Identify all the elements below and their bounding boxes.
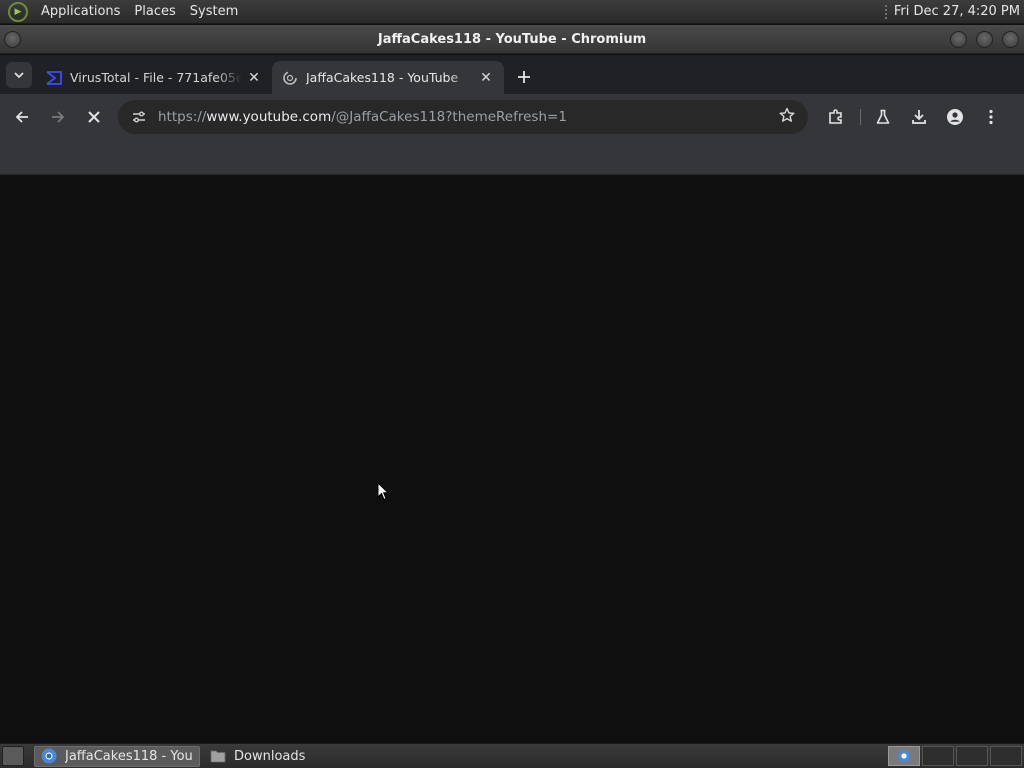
puzzle-piece-icon [829,109,842,124]
applications-menu[interactable]: Applications [34,4,127,19]
chromium-icon [897,749,911,763]
site-settings-icon[interactable] [128,106,150,128]
close-window-button[interactable] [1002,31,1019,48]
taskbar-item-downloads[interactable]: Downloads [204,746,364,767]
downloads-button[interactable] [903,101,935,133]
workspace-1[interactable] [888,746,920,766]
browser-toolbar: https://www.youtube.com/@JaffaCakes118?t… [0,94,1024,140]
minimize-button[interactable] [950,31,967,48]
page-content[interactable] [0,175,1024,743]
loading-spinner-icon [283,70,297,85]
more-vertical-icon [989,109,993,125]
chevron-down-icon [14,72,24,79]
taskbar-item-label: Downloads [234,748,306,764]
maximize-button[interactable] [976,31,993,48]
url-host: www.youtube.com [206,109,332,125]
chrome-labs-button[interactable] [867,101,899,133]
url-path: /@JaffaCakes118?themeRefresh=1 [331,109,567,125]
distro-logo-icon[interactable]: ▶ [8,1,28,22]
close-icon [88,111,100,123]
tab-title: VirusTotal - File - 771afe05eb [70,70,242,85]
chromium-icon [41,748,57,764]
close-tab-icon[interactable]: ✕ [478,70,494,86]
window-menu-button[interactable] [4,31,21,48]
new-tab-button[interactable] [510,63,538,91]
close-tab-icon[interactable]: ✕ [246,70,262,86]
bookmarks-bar [0,140,1024,175]
profile-button[interactable] [939,101,971,133]
system-menu[interactable]: System [183,4,245,19]
tab-virustotal[interactable]: VirusTotal - File - 771afe05eb ✕ [36,61,272,94]
tab-search-button[interactable] [6,62,32,88]
arrow-right-icon [52,111,65,123]
tab-title: JaffaCakes118 - YouTube [306,70,459,85]
extensions-button[interactable] [820,101,852,133]
flask-icon [876,109,890,124]
account-circle-icon [947,109,963,125]
window-titlebar[interactable]: JaffaCakes118 - YouTube - Chromium [0,25,1024,54]
show-desktop-button[interactable] [2,746,24,766]
taskbar-item-label: JaffaCakes118 - You... [65,748,193,764]
mouse-cursor-icon [377,482,389,501]
taskbar-item-chromium[interactable]: JaffaCakes118 - You... [34,745,200,767]
stop-loading-button[interactable] [78,101,110,133]
tab-strip: VirusTotal - File - 771afe05eb ✕ JaffaCa… [0,55,1024,94]
back-button[interactable] [6,101,38,133]
bookmark-star-icon[interactable] [776,107,798,127]
places-menu[interactable]: Places [127,4,182,19]
workspace-3[interactable] [956,746,988,766]
arrow-left-icon [15,111,28,123]
address-bar[interactable]: https://www.youtube.com/@JaffaCakes118?t… [118,100,808,134]
url-scheme: https:// [158,109,207,125]
workspace-4[interactable] [990,746,1022,766]
browser-menu-button[interactable] [975,101,1007,133]
download-icon [912,110,926,124]
plus-icon [518,71,530,83]
folder-icon [210,750,226,763]
panel-drag-handle [883,3,888,20]
workspace-2[interactable] [922,746,954,766]
clock[interactable]: Fri Dec 27, 4:20 PM [894,4,1020,19]
virustotal-icon [46,70,62,85]
window-title: JaffaCakes118 - YouTube - Chromium [377,31,647,47]
top-panel: ▶ Applications Places System Fri Dec 27,… [0,0,1024,24]
bottom-taskbar: JaffaCakes118 - You... Downloads [0,743,1024,768]
forward-button[interactable] [42,101,74,133]
tab-youtube[interactable]: JaffaCakes118 - YouTube ✕ [272,61,504,94]
toolbar-separator [860,109,861,125]
